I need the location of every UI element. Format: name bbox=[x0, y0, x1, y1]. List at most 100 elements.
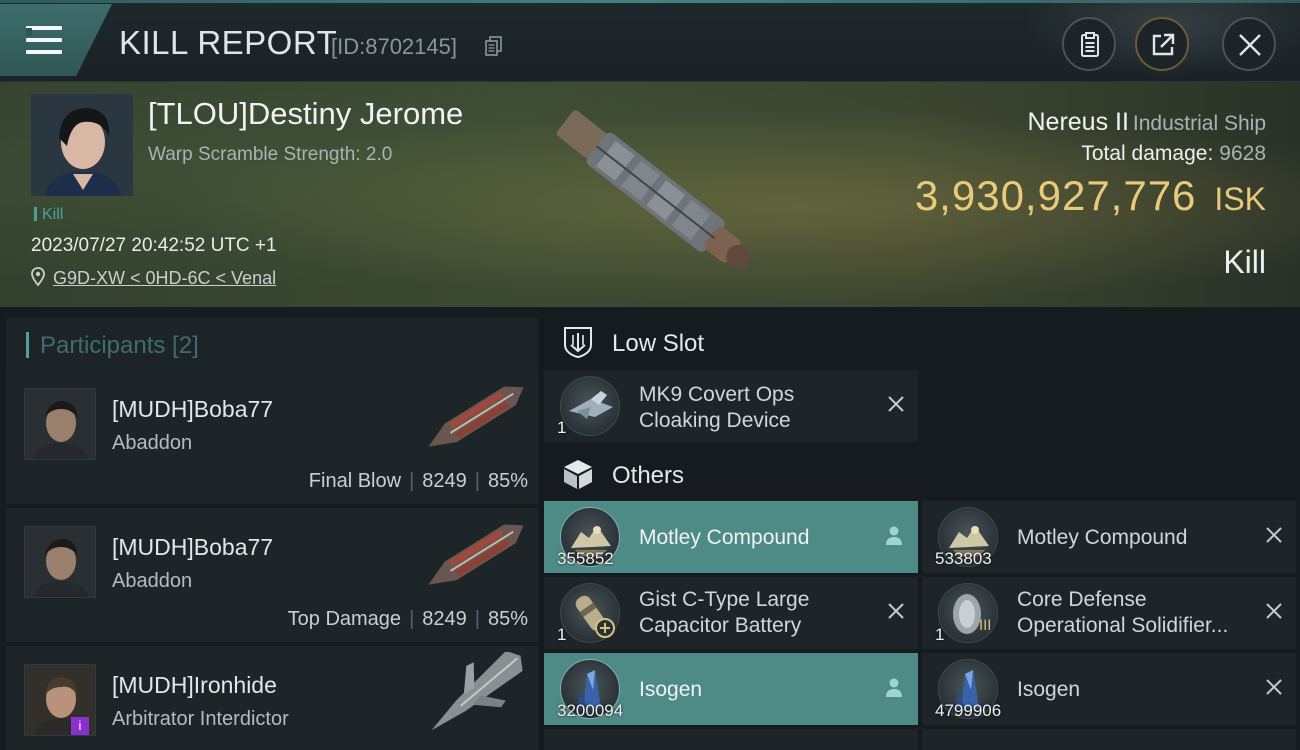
item-thumbnail: III bbox=[938, 583, 998, 643]
item-quantity: 3200094 bbox=[557, 701, 624, 720]
section-accent-bar bbox=[26, 332, 29, 358]
kill-location-link[interactable]: G9D-XW < 0HD-6C < Venal bbox=[53, 268, 276, 289]
participant-damage: 8249 bbox=[422, 608, 467, 630]
victim-name[interactable]: [TLOU]Destiny Jerome bbox=[148, 96, 463, 132]
participant-ship: Abaddon bbox=[112, 432, 193, 454]
participant-stats: Final Blow | 8249 | 85% bbox=[308, 470, 528, 492]
participant-percent: 85% bbox=[487, 608, 528, 630]
items-panel: Low Slot 1 MK9 Covert Ops Cloaking Devic… bbox=[544, 308, 1300, 750]
destroyed-icon bbox=[888, 396, 904, 412]
item-quantity: 533803 bbox=[935, 549, 992, 568]
cargo-box-icon bbox=[564, 460, 592, 489]
victim-portrait[interactable] bbox=[31, 94, 133, 196]
victim-ship: Nereus II Industrial Ship bbox=[1027, 108, 1266, 137]
item-thumbnail bbox=[560, 376, 620, 436]
others-header: Others bbox=[544, 444, 1300, 502]
copy-icon[interactable] bbox=[485, 36, 503, 56]
participant-row[interactable]: [MUDH]Boba77 Abaddon Final Blow | 8249 | 85% bbox=[6, 370, 538, 504]
item-thumbnail bbox=[560, 583, 620, 643]
item-quantity: 1 bbox=[935, 625, 945, 644]
low-slot-title: Low Slot bbox=[612, 330, 705, 357]
destroyed-icon bbox=[1266, 603, 1282, 619]
item-cell[interactable] bbox=[922, 729, 1296, 750]
others-title: Others bbox=[612, 462, 685, 489]
item-name-line: Operational Solidifier... bbox=[1017, 614, 1229, 637]
item-name: Isogen bbox=[639, 678, 703, 701]
kill-datetime: 2023/07/27 20:42:52 UTC +1 bbox=[31, 235, 277, 256]
total-damage-label: Total damage: bbox=[1081, 142, 1214, 165]
share-button[interactable] bbox=[1135, 17, 1189, 71]
participant-ship: Abaddon bbox=[112, 570, 193, 592]
capacitor-battery-icon bbox=[575, 595, 615, 638]
participant-damage: 8249 bbox=[422, 470, 467, 492]
participant-ship-image bbox=[428, 524, 524, 585]
clipboard-icon bbox=[1081, 32, 1099, 57]
shield-module-icon: III bbox=[953, 594, 991, 634]
participant-row[interactable]: [MUDH]Boba77 Abaddon Top Damage | 8249 | 85% bbox=[6, 508, 538, 642]
total-damage-value: 9628 bbox=[1219, 142, 1266, 165]
pilot-portrait-image bbox=[25, 389, 95, 459]
item-quantity: 355852 bbox=[557, 549, 614, 568]
item-quantity: 1 bbox=[557, 625, 567, 644]
participant-stats: Top Damage | 8249 | 85% bbox=[287, 608, 528, 630]
participant-name[interactable]: [MUDH]Boba77 bbox=[112, 396, 273, 423]
victim-ship-class: Industrial Ship bbox=[1132, 112, 1266, 135]
cloaking-device-icon bbox=[569, 391, 613, 419]
participant-name[interactable]: [MUDH]Ironhide bbox=[112, 672, 277, 699]
info-badge: i bbox=[71, 717, 89, 735]
close-button[interactable] bbox=[1222, 17, 1276, 71]
menu-button[interactable] bbox=[0, 4, 112, 76]
participant-ship-image bbox=[431, 652, 523, 731]
participants-panel: Participants [2] [MUDH]Boba77 Abaddon Fi… bbox=[0, 308, 540, 750]
item-cell[interactable]: III 1 Core Defense Operational Solidifie… bbox=[922, 577, 1296, 649]
item-cell[interactable]: 4799906 Isogen bbox=[922, 653, 1296, 725]
item-quantity: 4799906 bbox=[935, 701, 1002, 720]
item-name: Motley Compound bbox=[1017, 526, 1188, 549]
low-slot-header: Low Slot bbox=[544, 312, 1300, 370]
item-name: Motley Compound bbox=[639, 526, 810, 549]
item-name: MK9 Covert Ops Cloaking Device bbox=[639, 382, 794, 434]
participant-row[interactable]: i [MUDH]Ironhide Arbitrator Interdictor bbox=[6, 646, 538, 750]
page-title: KILL REPORT bbox=[119, 24, 338, 61]
item-name-line: Gist C-Type Large bbox=[639, 588, 810, 611]
victim-summary: [TLOU]Destiny Jerome Warp Scramble Stren… bbox=[0, 82, 1300, 308]
total-damage: Total damage: 9628 bbox=[1081, 142, 1266, 166]
clipboard-button[interactable] bbox=[1062, 17, 1116, 71]
participant-name[interactable]: [MUDH]Boba77 bbox=[112, 534, 273, 561]
participant-role: Final Blow bbox=[308, 470, 402, 492]
victim-ship-image bbox=[556, 110, 751, 269]
item-quantity: 1 bbox=[557, 418, 567, 437]
item-cell[interactable]: 1 MK9 Covert Ops Cloaking Device bbox=[544, 370, 918, 442]
item-cell[interactable]: 3200094 Isogen bbox=[544, 653, 918, 725]
isk-value: 3,930,927,776 bbox=[914, 172, 1197, 219]
share-icon bbox=[1152, 33, 1175, 56]
kill-tag: Kill bbox=[34, 206, 63, 224]
item-cell[interactable]: 355852 Motley Compound bbox=[544, 501, 918, 573]
warp-scramble-strength: Warp Scramble Strength: 2.0 bbox=[148, 144, 393, 165]
destroyed-icon bbox=[1266, 527, 1282, 543]
item-name-line: MK9 Covert Ops bbox=[639, 383, 795, 406]
isk-unit: ISK bbox=[1214, 181, 1266, 217]
isk-value-row: 3,930,927,776 ISK bbox=[915, 172, 1266, 220]
item-name: Isogen bbox=[1017, 678, 1081, 701]
close-icon bbox=[1239, 34, 1261, 56]
participant-avatar[interactable] bbox=[24, 526, 96, 598]
participant-role: Top Damage bbox=[287, 608, 402, 630]
item-cell[interactable] bbox=[544, 729, 918, 750]
participant-ship: Arbitrator Interdictor bbox=[112, 708, 289, 730]
participant-avatar[interactable]: i bbox=[24, 664, 96, 736]
dropped-person-icon bbox=[886, 526, 902, 545]
item-name-line: Capacitor Battery bbox=[639, 614, 802, 637]
item-cell[interactable]: 533803 Motley Compound bbox=[922, 501, 1296, 573]
item-cell[interactable]: 1 Gist C-Type Large Capacitor Battery bbox=[544, 577, 918, 649]
destroyed-icon bbox=[1266, 679, 1282, 695]
item-name: Gist C-Type Large Capacitor Battery bbox=[639, 587, 809, 639]
kill-type: Kill bbox=[1223, 244, 1266, 280]
item-name: Core Defense Operational Solidifier... bbox=[1017, 587, 1228, 639]
victim-ship-name[interactable]: Nereus II bbox=[1027, 108, 1128, 136]
dropped-person-icon bbox=[886, 678, 902, 697]
participant-avatar[interactable] bbox=[24, 388, 96, 460]
pilot-portrait-image bbox=[25, 527, 95, 597]
participants-title: Participants [2] bbox=[40, 332, 199, 359]
kill-id: [ID:8702145] bbox=[331, 34, 457, 59]
